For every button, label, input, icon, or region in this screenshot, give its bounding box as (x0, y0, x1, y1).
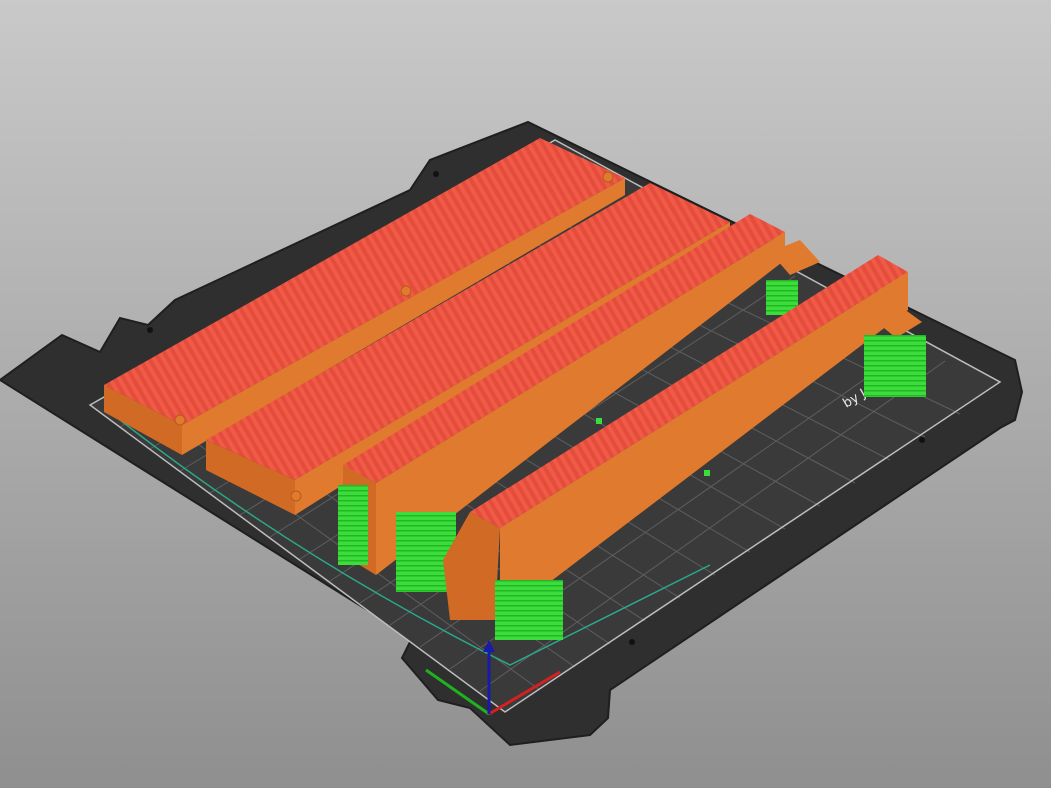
bed-hole (919, 437, 925, 443)
bed-hole (433, 171, 439, 177)
support-dot (704, 470, 710, 476)
support-block (864, 335, 926, 397)
3d-viewport[interactable]: by J (0, 0, 1051, 788)
part-hole (400, 285, 412, 297)
bed-hole (147, 327, 153, 333)
part-hole (290, 490, 302, 502)
support-dot (596, 418, 602, 424)
part-hole (174, 414, 186, 426)
support-block (495, 580, 563, 640)
support-block (338, 485, 368, 565)
bed-hole (629, 639, 635, 645)
part-hole (602, 171, 614, 183)
